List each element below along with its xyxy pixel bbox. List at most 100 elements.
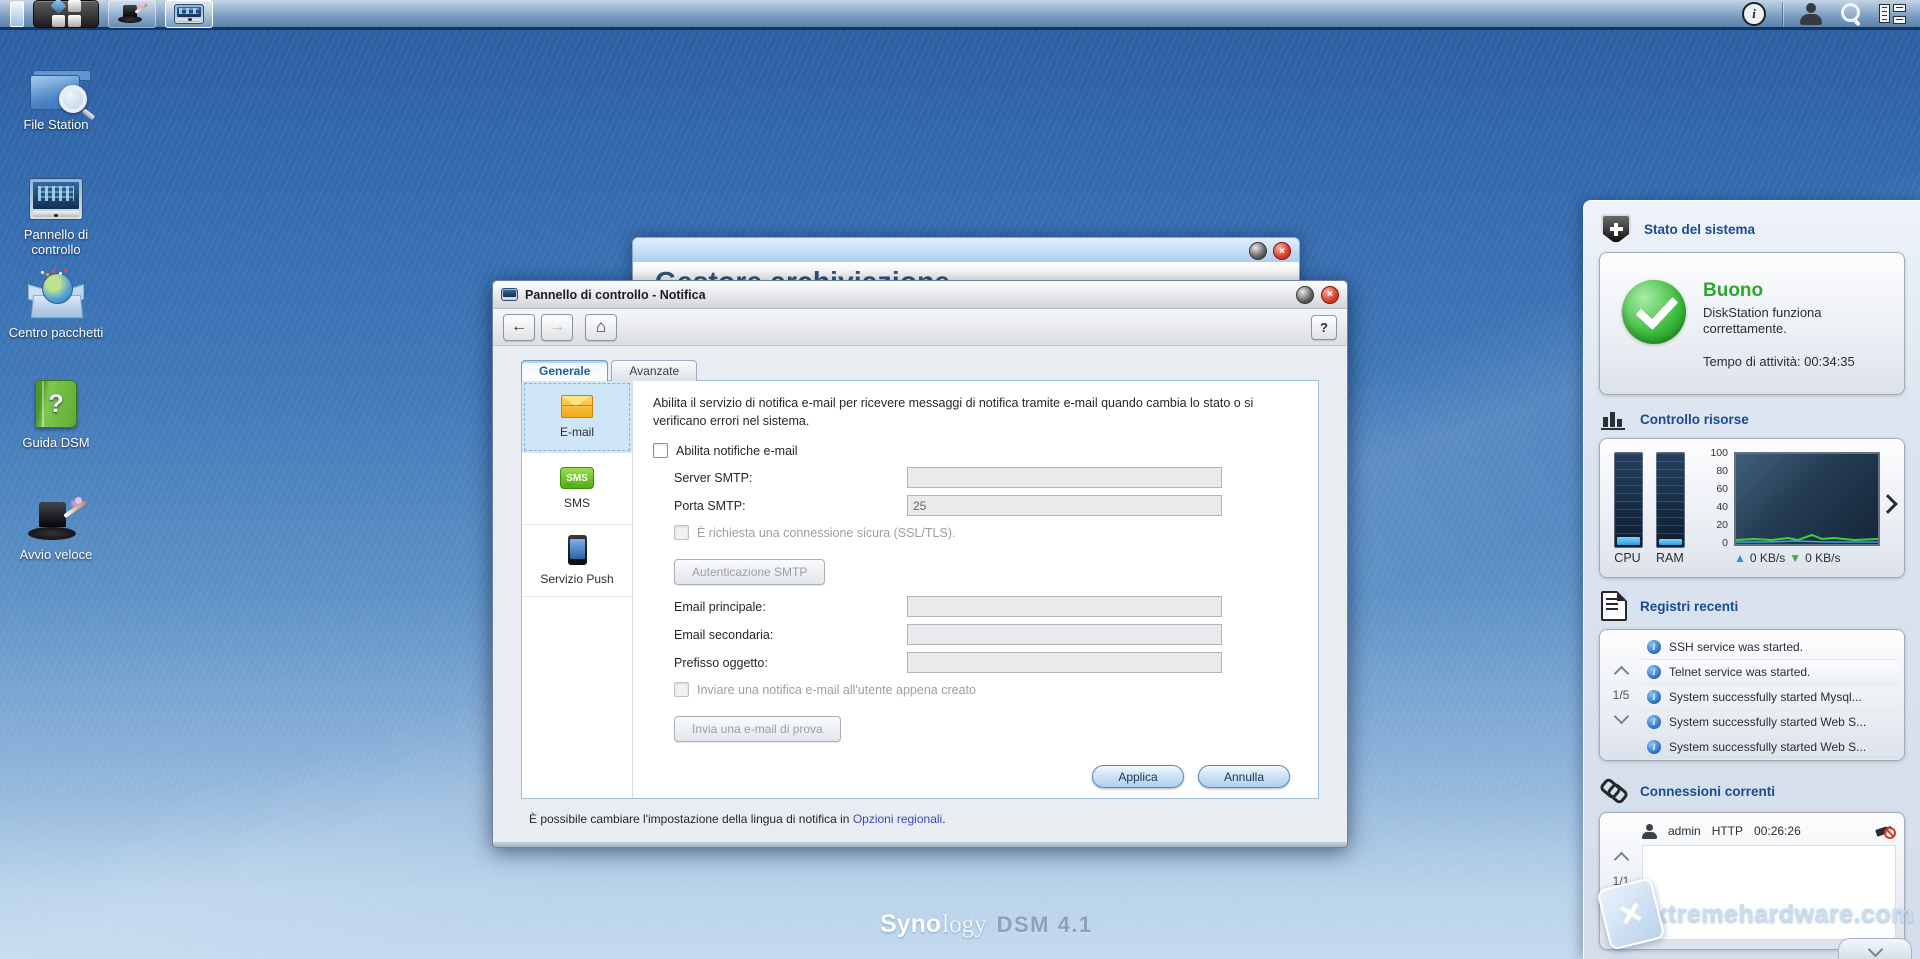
main-menu-button[interactable] <box>33 0 99 28</box>
nav-item-push-service[interactable]: Servizio Push <box>522 525 632 597</box>
desktop-icon-control-panel[interactable]: Pannello di controllo <box>0 168 112 257</box>
form-description: Abilita il servizio di notifica e-mail p… <box>653 396 1254 429</box>
uptime-text: Tempo di attività: 00:34:35 <box>1703 353 1855 369</box>
smtp-server-input[interactable] <box>907 467 1222 489</box>
nav-item-label: Servizio Push <box>540 572 614 586</box>
connections-list-area <box>1642 845 1896 940</box>
chevron-down-icon <box>1867 941 1883 957</box>
chevron-right-icon[interactable] <box>1878 494 1898 514</box>
desktop-icon-label: File Station <box>23 117 89 132</box>
field-label: Server SMTP: <box>674 470 753 485</box>
log-row[interactable]: i Telnet service was started. <box>1642 660 1899 685</box>
enable-email-checkbox[interactable] <box>653 443 668 459</box>
help-book-icon: ? <box>35 380 77 428</box>
ssl-checkbox[interactable] <box>674 525 689 541</box>
sms-bubble-icon: SMS <box>560 467 594 490</box>
send-test-email-button[interactable]: Invia una e-mail di prova <box>674 716 841 743</box>
back-button[interactable]: ← <box>503 313 535 341</box>
connection-time: 00:26:26 <box>1754 824 1801 838</box>
page-down-icon[interactable] <box>1613 894 1629 911</box>
log-row[interactable]: i System successfully started Web S... <box>1642 710 1899 735</box>
connection-protocol: HTTP <box>1711 824 1744 838</box>
desktop-icon-file-station[interactable]: File Station <box>0 58 112 132</box>
field-label: Email principale: <box>674 599 766 614</box>
disconnect-icon[interactable] <box>1875 824 1896 839</box>
nav-item-email[interactable]: E-mail <box>522 381 632 453</box>
connection-row[interactable]: admin HTTP 00:26:26 <box>1642 820 1896 842</box>
recent-logs-widget: 1/5 i SSH service was started. i Telnet se… <box>1599 629 1905 761</box>
user-icon[interactable] <box>1799 2 1823 25</box>
panel-collapse-button[interactable] <box>1838 938 1912 959</box>
info-icon: i <box>1647 740 1661 754</box>
primary-email-input[interactable] <box>907 596 1222 618</box>
cpu-meter <box>1614 452 1643 548</box>
system-status-header: Stato del sistema <box>1584 201 1920 252</box>
regional-options-link[interactable]: Opzioni regionali <box>853 812 942 826</box>
resource-monitor-header: Controllo risorse <box>1584 395 1920 438</box>
page-up-icon[interactable] <box>1613 851 1629 868</box>
field-label: Porta SMTP: <box>674 498 746 513</box>
network-chart <box>1734 452 1880 546</box>
window-titlebar[interactable]: × <box>633 238 1299 262</box>
desktop-icon-package-center[interactable]: Centro pacchetti <box>0 266 112 340</box>
control-panel-icon <box>501 288 518 301</box>
nav-item-label: E-mail <box>559 424 594 439</box>
info-icon: i <box>1647 715 1661 729</box>
footnote: È possibile cambiare l'impostazione dell… <box>529 812 946 826</box>
resource-monitor-widget: CPU RAM 100 80 60 40 20 0 ▲ 0 KB/s ▼ 0 K… <box>1599 438 1905 578</box>
desktop-icon-quick-start[interactable]: Avvio veloce <box>0 488 112 562</box>
magic-hat-icon <box>118 2 148 23</box>
apply-button[interactable]: Applica <box>1092 765 1184 788</box>
smtp-port-input[interactable] <box>907 495 1222 517</box>
page-down-icon[interactable] <box>1613 708 1629 725</box>
desktop-icon-dsm-help[interactable]: ? Guida DSM <box>0 376 112 450</box>
forward-button[interactable]: → <box>541 313 573 341</box>
show-desktop-button[interactable] <box>10 0 24 27</box>
cancel-button[interactable]: Annulla <box>1198 765 1290 788</box>
subject-prefix-input[interactable] <box>907 652 1222 674</box>
widget-panel: Stato del sistema Buono DiskStation funz… <box>1583 200 1920 959</box>
page-up-icon[interactable] <box>1613 665 1629 682</box>
file-station-icon <box>30 70 96 121</box>
minimize-button[interactable] <box>1249 242 1267 260</box>
taskbar-tray: i <box>1742 1 1910 27</box>
pilot-view-icon[interactable]: i <box>1742 1 1766 26</box>
chain-link-icon <box>1601 778 1627 804</box>
home-button[interactable]: ⌂ <box>585 313 617 341</box>
user-icon <box>1642 823 1657 839</box>
dialog-body: Generale Avanzate E-mail SMS SMS Servizi <box>493 346 1347 847</box>
phone-icon <box>567 535 587 565</box>
main-menu-icon <box>50 0 81 27</box>
tab-generale[interactable]: Generale <box>521 360 609 381</box>
log-row[interactable]: i System successfully started Web S... <box>1642 735 1899 760</box>
status-detail: DiskStation funziona correttamente. <box>1703 305 1822 337</box>
bar-chart-icon <box>1601 408 1627 430</box>
network-axis: 100 80 60 40 20 0 <box>1710 447 1728 549</box>
dialog-titlebar[interactable]: Pannello di controllo - Notifica × <box>493 281 1347 309</box>
taskbar: i <box>0 0 1920 30</box>
upload-icon: ▲ <box>1734 551 1746 565</box>
taskbar-item-control-panel[interactable] <box>165 0 213 28</box>
control-panel-icon <box>29 178 83 220</box>
tab-avanzate[interactable]: Avanzate <box>611 360 698 381</box>
smtp-auth-button[interactable]: Autenticazione SMTP <box>674 559 826 586</box>
notify-new-user-checkbox[interactable] <box>674 682 689 698</box>
dialog-toolbar: ← → ⌂ ? <box>493 309 1347 346</box>
help-button[interactable]: ? <box>1311 314 1337 340</box>
nav-item-sms[interactable]: SMS SMS <box>522 453 632 525</box>
nav-item-label: SMS <box>563 496 590 510</box>
widgets-icon[interactable] <box>1879 3 1906 25</box>
desktop: i File Station Pannello di controllo Cen… <box>0 0 1920 959</box>
search-icon[interactable] <box>1839 2 1863 27</box>
field-label: Prefisso oggetto: <box>674 655 768 670</box>
dialog-control-panel-notification: Pannello di controllo - Notifica × ← → ⌂… <box>492 280 1348 848</box>
close-icon[interactable]: × <box>1321 285 1339 304</box>
log-row[interactable]: i System successfully started Mysql... <box>1642 685 1899 710</box>
log-row[interactable]: i SSH service was started. <box>1642 635 1899 660</box>
close-icon[interactable]: × <box>1273 242 1291 260</box>
minimize-button[interactable] <box>1296 285 1314 304</box>
status-text: Buono <box>1703 280 1764 301</box>
secondary-email-input[interactable] <box>907 624 1222 646</box>
taskbar-item-quick-start[interactable] <box>108 0 156 28</box>
connections-pagination: 1/1 <box>1600 813 1642 949</box>
